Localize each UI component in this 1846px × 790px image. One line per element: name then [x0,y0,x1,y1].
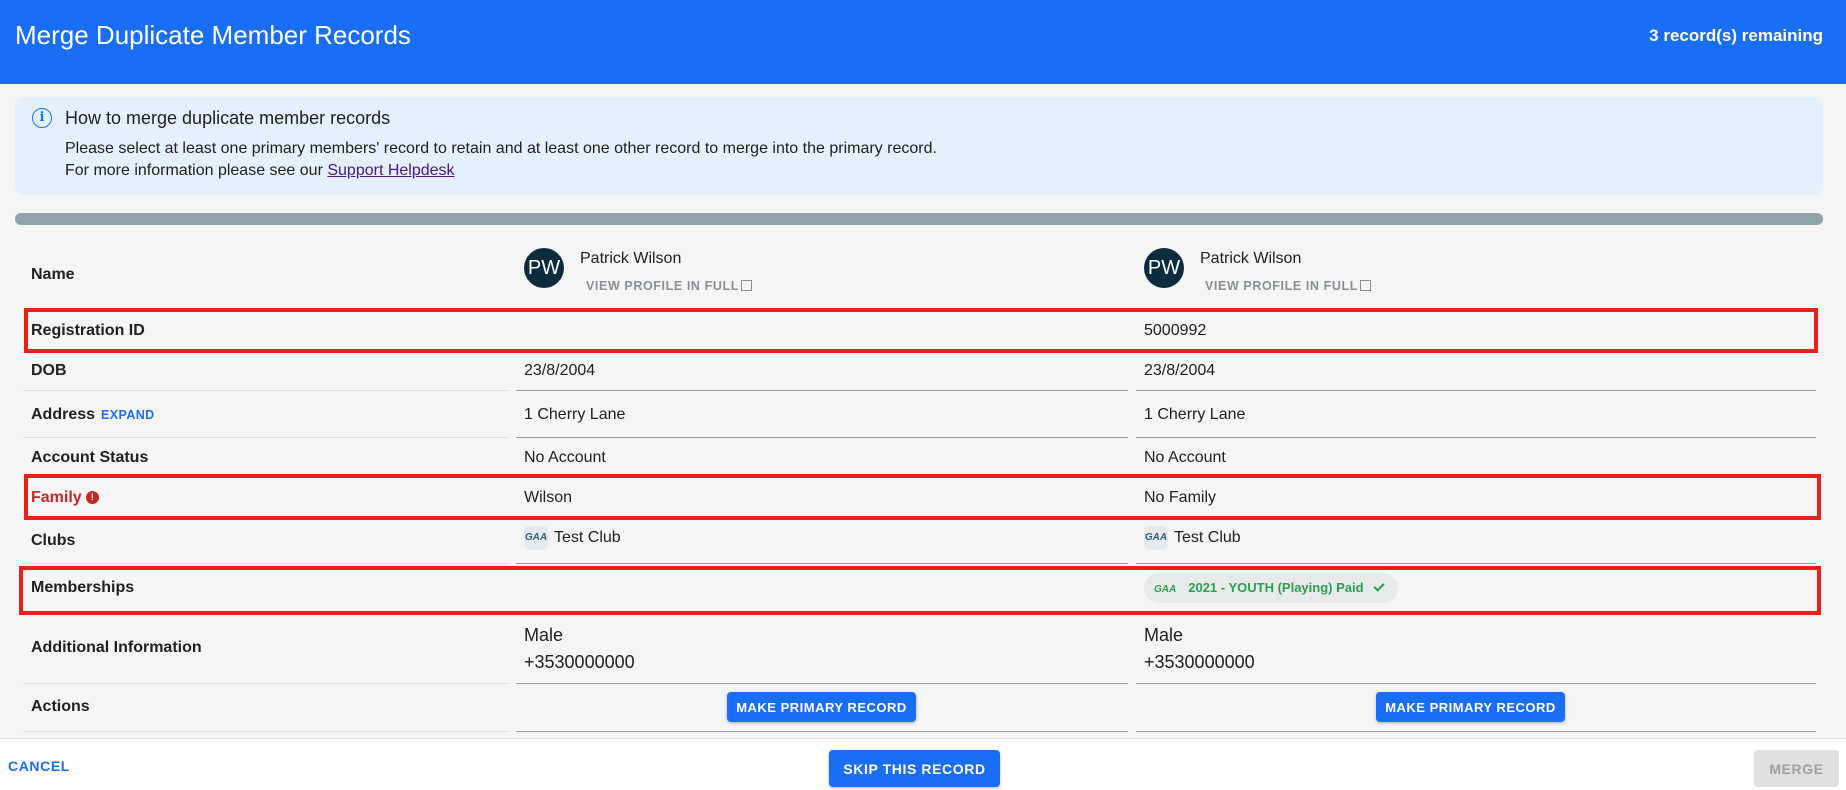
club-name: Test Club [1174,529,1241,547]
label-family-text: Family [31,489,82,506]
info-help-prefix: For more information please see our [65,162,328,179]
row-divider [516,731,1128,732]
record-name: Patrick Wilson [1200,250,1302,267]
view-profile-link[interactable]: VIEW PROFILE IN FULL [1205,279,1371,293]
phone-value: +3530000000 [524,652,635,672]
phone-value: +3530000000 [1144,652,1255,672]
label-address: Address EXPAND [31,406,155,424]
family-value: Wilson [524,489,573,506]
info-icon: i [32,108,52,128]
label-dob: DOB [31,362,67,379]
make-primary-record-button[interactable]: MAKE PRIMARY RECORD [1376,692,1565,722]
row-divider [23,683,509,684]
row-divider [1136,731,1816,732]
support-helpdesk-link[interactable]: Support Helpdesk [327,162,454,179]
info-help-text: For more information please see our Supp… [65,162,455,180]
account-status-value: No Account [524,449,606,466]
view-profile-label: VIEW PROFILE IN FULL [1205,279,1358,293]
membership-label: 2021 - YOUTH (Playing) Paid [1188,580,1364,595]
account-status-value: No Account [1144,449,1226,466]
avatar: PW [524,248,564,288]
label-registration-id: Registration ID [31,322,145,339]
row-divider [516,437,1128,438]
record-name: Patrick Wilson [580,250,682,267]
gaa-logo-icon: GAA [1154,584,1177,595]
row-divider [23,390,509,391]
registration-id-value: 5000992 [1144,322,1207,339]
warning-icon: ! [85,491,99,504]
label-additional-info: Additional Information [31,639,202,656]
label-address-text: Address [31,406,96,423]
info-heading: How to merge duplicate member records [65,108,391,128]
address-value: 1 Cherry Lane [524,406,626,423]
gaa-logo-icon: GAA [524,526,548,550]
row-divider [23,563,509,564]
info-text: Please select at least one primary membe… [65,140,937,157]
row-divider [23,731,509,732]
external-link-icon [1359,280,1371,291]
club-name: Test Club [554,529,621,547]
club-value: GAA Test Club [1144,526,1241,550]
highlight-memberships [19,566,1821,615]
label-memberships: Memberships [31,579,135,596]
check-icon [1372,580,1385,592]
footer-bar: CANCEL SKIP THIS RECORD MERGE [0,738,1846,790]
gaa-logo-icon: GAA [1144,526,1168,550]
row-divider [1136,437,1816,438]
label-family: Family! [31,489,99,507]
skip-record-button[interactable]: SKIP THIS RECORD [829,750,1000,787]
row-divider [1136,683,1816,684]
label-clubs: Clubs [31,532,76,549]
page-title: Merge Duplicate Member Records [15,20,411,50]
merge-button[interactable]: MERGE [1754,750,1839,787]
dob-value: 23/8/2004 [1144,362,1216,379]
family-value: No Family [1144,489,1217,506]
progress-bar [15,213,1823,225]
make-primary-record-button[interactable]: MAKE PRIMARY RECORD [727,692,916,722]
gender-value: Male [1144,625,1184,645]
external-link-icon [740,280,752,291]
row-divider [516,390,1128,391]
view-profile-link[interactable]: VIEW PROFILE IN FULL [586,279,752,293]
row-divider [516,683,1128,684]
gender-value: Male [524,625,564,645]
label-name: Name [31,266,75,283]
info-panel: i How to merge duplicate member records … [15,97,1823,195]
membership-chip: GAA 2021 - YOUTH (Playing) Paid [1144,573,1398,603]
club-value: GAA Test Club [524,526,621,550]
highlight-family [24,474,1821,520]
row-divider [23,437,509,438]
row-divider [516,563,1128,564]
cancel-button[interactable]: CANCEL [8,758,70,774]
view-profile-label: VIEW PROFILE IN FULL [586,279,739,293]
address-value: 1 Cherry Lane [1144,406,1246,423]
records-remaining: 3 record(s) remaining [1649,26,1823,45]
label-account-status: Account Status [31,449,149,466]
avatar: PW [1144,248,1184,288]
top-bar: Merge Duplicate Member Records 3 record(… [0,0,1846,84]
expand-address-button[interactable]: EXPAND [101,408,155,422]
highlight-registration-id [24,308,1818,353]
dob-value: 23/8/2004 [524,362,596,379]
label-actions: Actions [31,698,90,715]
row-divider [1136,390,1816,391]
row-divider [1136,563,1816,564]
